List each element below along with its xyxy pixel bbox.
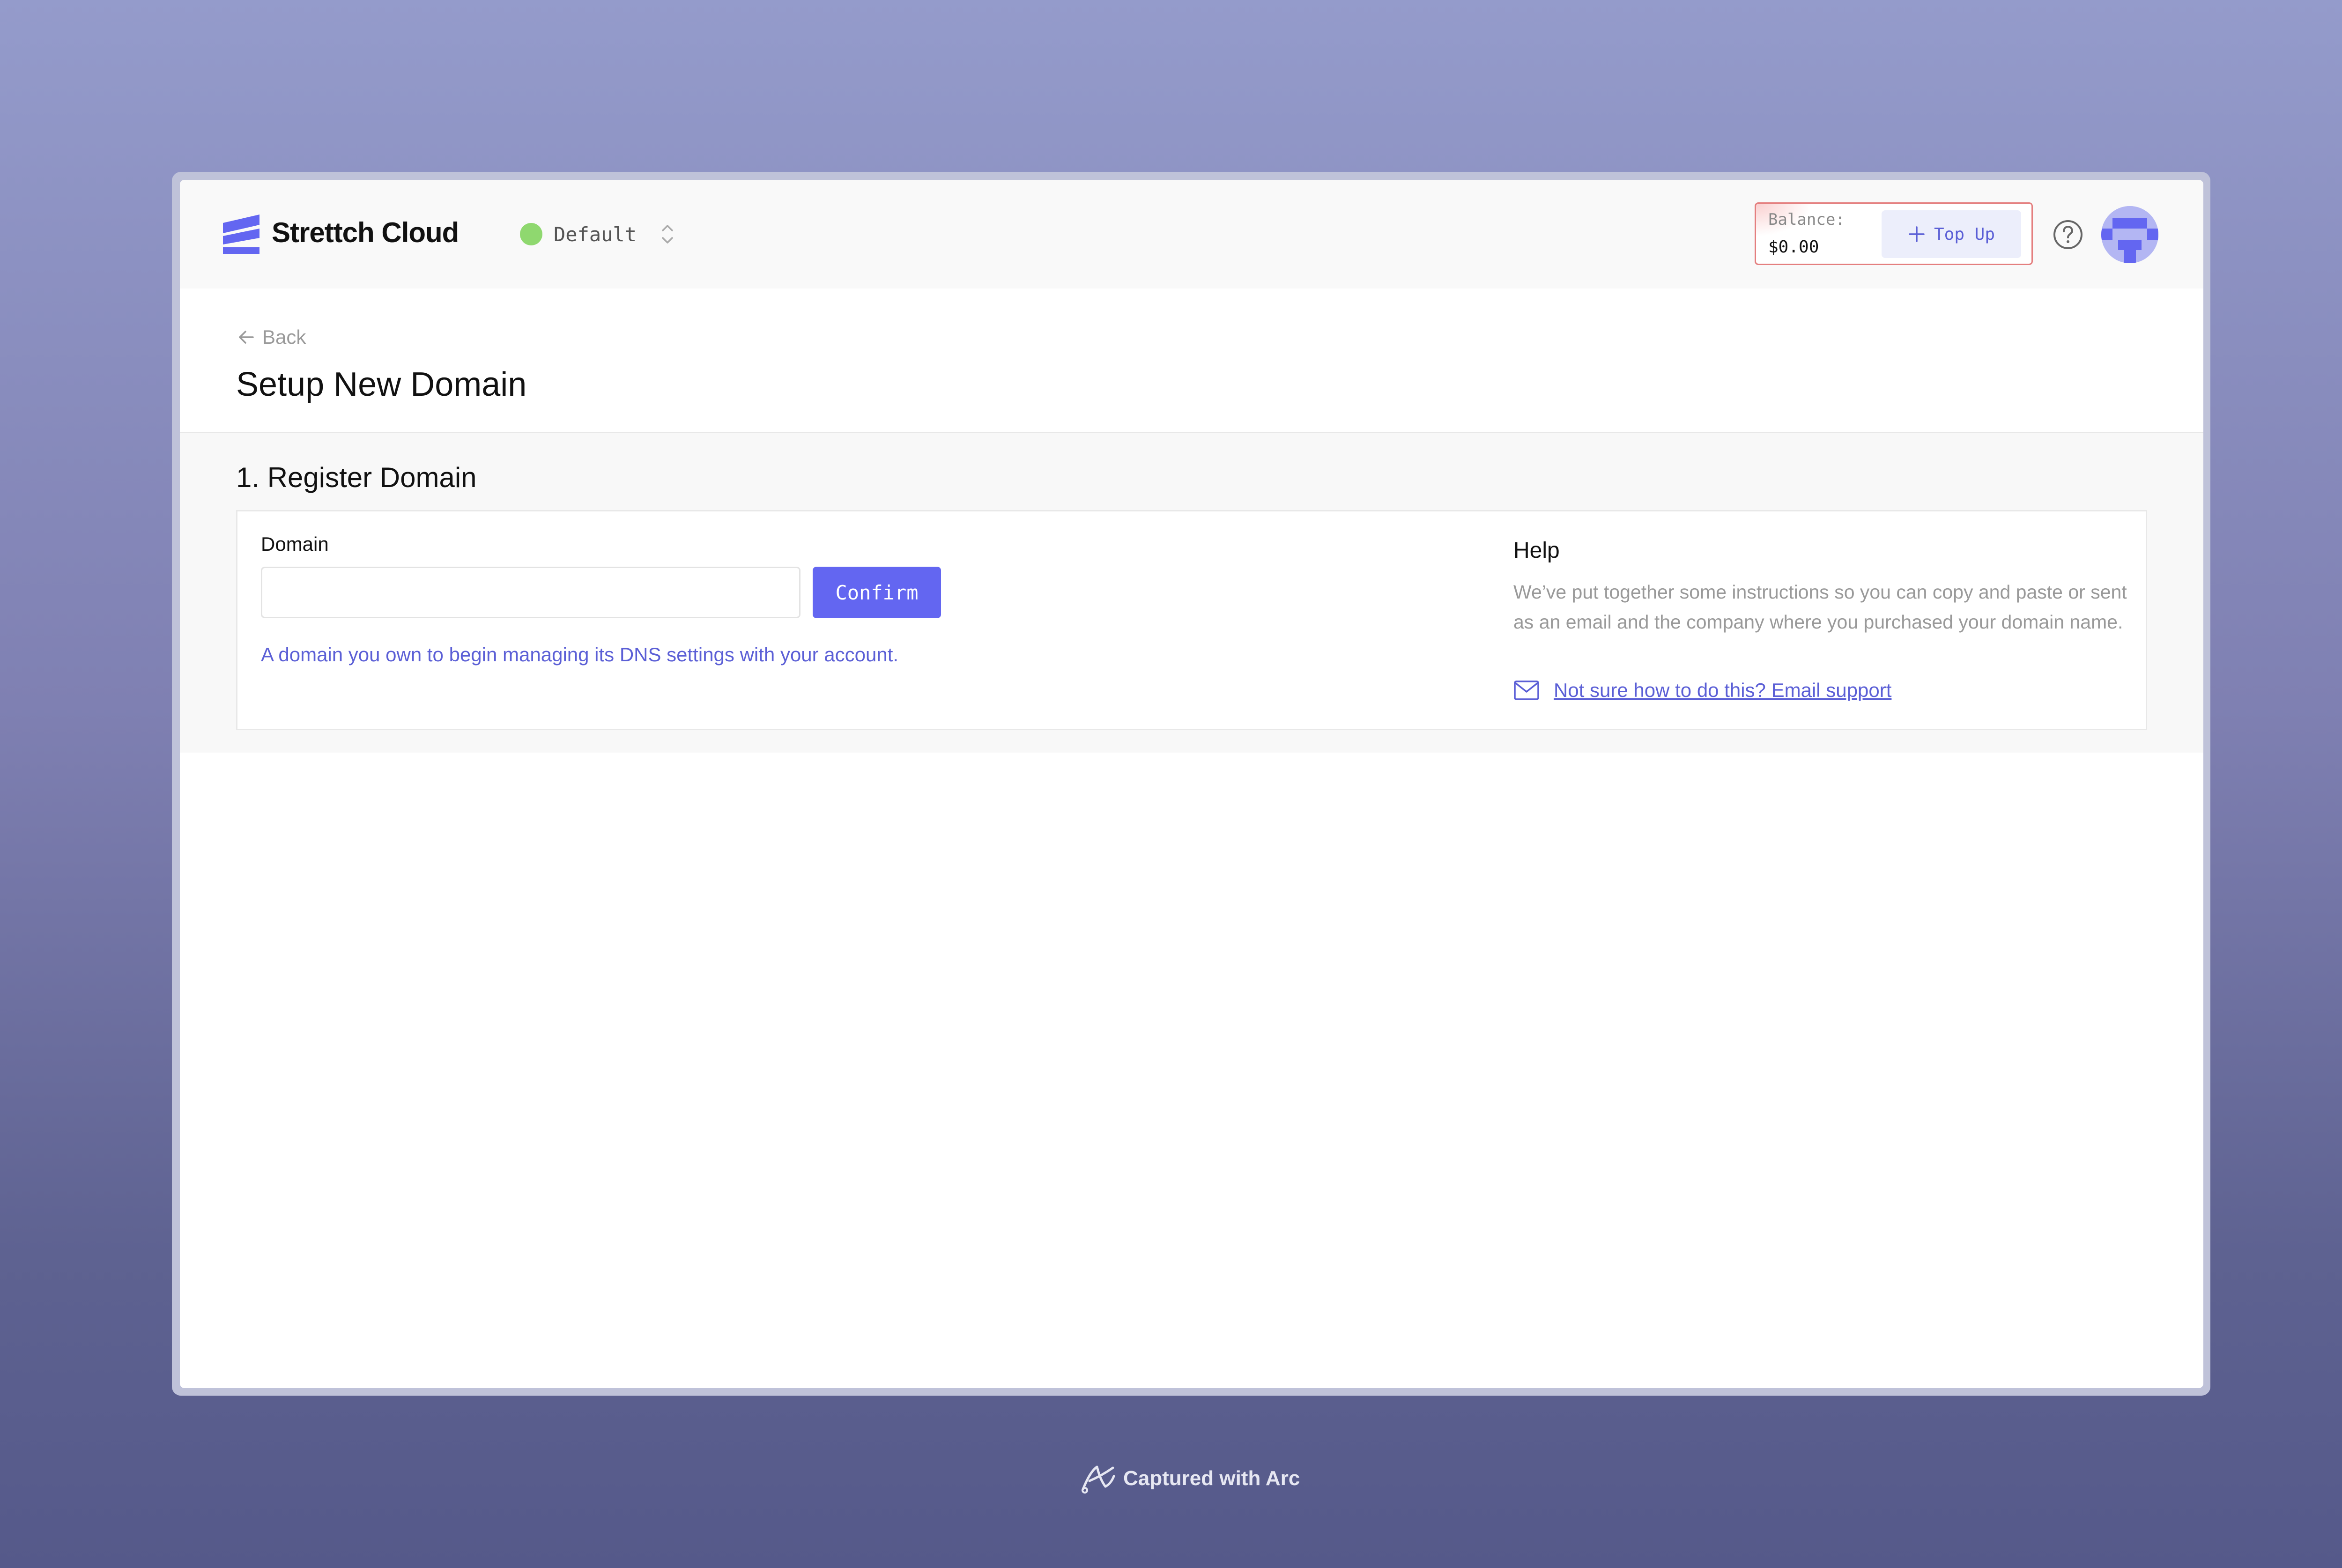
balance-panel: Balance: $0.00 Top Up <box>1755 202 2033 265</box>
app-window: Strettch Cloud Default Balance: $0.00 To… <box>180 180 2203 1388</box>
help-icon[interactable] <box>2053 219 2083 250</box>
page-title: Setup New Domain <box>236 366 527 403</box>
avatar-pattern-icon <box>2101 206 2158 263</box>
arrow-left-icon <box>239 331 254 344</box>
capture-text: Captured with Arc <box>1123 1467 1300 1490</box>
balance-value: $0.00 <box>1768 237 1819 257</box>
top-up-label: Top Up <box>1934 224 1995 244</box>
domain-field-label: Domain <box>261 533 329 555</box>
back-label: Back <box>262 326 306 348</box>
balance-label: Balance: <box>1768 210 1845 229</box>
top-up-button[interactable]: Top Up <box>1882 210 2021 258</box>
help-text: We’ve put together some instructions so … <box>1513 581 2127 633</box>
section-title: 1. Register Domain <box>236 462 477 493</box>
logo-icon[interactable] <box>223 214 259 254</box>
chevron-up-down-icon[interactable] <box>660 222 675 246</box>
environment-label[interactable]: Default <box>554 223 637 246</box>
email-support-link[interactable]: Not sure how to do this? Email support <box>1513 679 1891 702</box>
register-domain-section: 1. Register Domain Domain Confirm A doma… <box>180 433 2203 753</box>
top-bar: Strettch Cloud Default Balance: $0.00 To… <box>180 180 2203 288</box>
capture-badge: Captured with Arc <box>1080 1463 1300 1494</box>
confirm-button[interactable]: Confirm <box>813 567 941 618</box>
help-title: Help <box>1513 538 1560 563</box>
plus-icon <box>1909 226 1925 242</box>
domain-form-card: Domain Confirm A domain you own to begin… <box>236 510 2147 730</box>
environment-status-dot <box>520 223 542 245</box>
app-name[interactable]: Strettch Cloud <box>272 216 459 249</box>
arc-logo-icon <box>1082 1465 1115 1494</box>
email-support-label[interactable]: Not sure how to do this? Email support <box>1554 679 1891 702</box>
domain-field-hint: A domain you own to begin managing its D… <box>261 643 899 666</box>
user-avatar[interactable] <box>2101 206 2158 263</box>
mail-icon <box>1514 680 1539 700</box>
domain-input[interactable] <box>261 567 800 618</box>
back-link[interactable]: Back <box>236 326 306 348</box>
